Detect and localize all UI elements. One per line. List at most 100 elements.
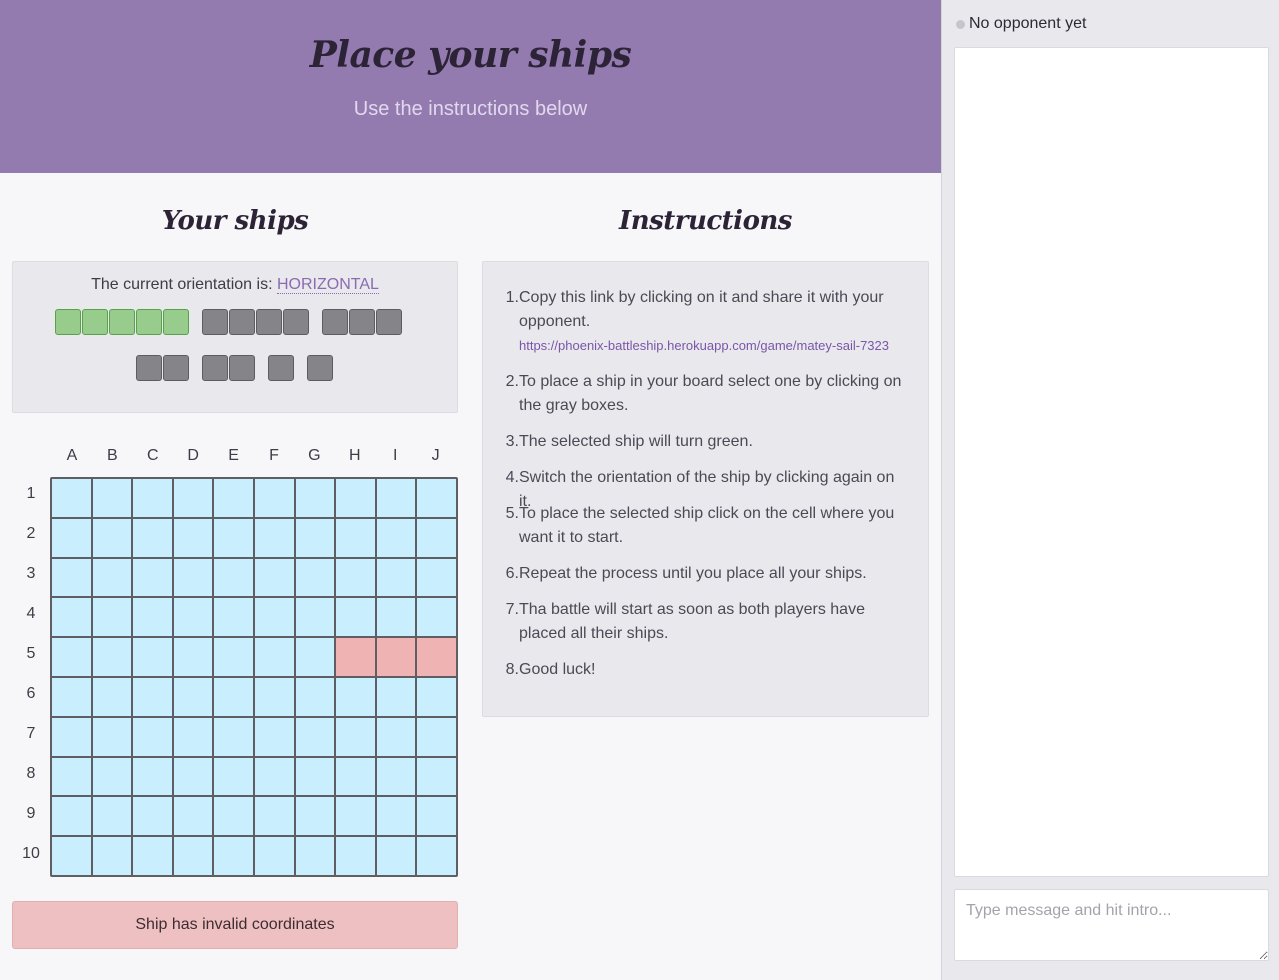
board-cell-d7[interactable] [173,717,213,756]
board-cell-c9[interactable] [133,797,172,836]
board-cell-g7[interactable] [295,717,335,756]
board-cell-b7[interactable] [92,717,132,756]
board-cell-e2[interactable] [214,518,253,557]
board-cell-j6[interactable] [417,677,456,716]
board-cell-a5[interactable] [52,638,91,676]
board-cell-f3[interactable] [254,558,294,597]
board-cell-d10[interactable] [173,837,213,875]
board-cell-h6[interactable] [336,677,375,716]
board-cell-e9[interactable] [214,797,253,836]
ship-5-cells[interactable] [55,309,189,335]
board-cell-c3[interactable] [133,558,172,597]
board-cell-c6[interactable] [133,677,172,716]
board-cell-a4[interactable] [52,598,91,637]
board-cell-j8[interactable] [417,757,456,796]
board-cell-c5[interactable] [133,638,172,676]
board-cell-d6[interactable] [173,677,213,716]
board-cell-d9[interactable] [173,797,213,836]
board-cell-c7[interactable] [133,717,172,756]
board-cell-h1[interactable] [336,479,375,517]
ship-1-cells[interactable] [307,355,333,381]
board-cell-h8[interactable] [336,757,375,796]
board-cell-f2[interactable] [254,518,294,557]
board-cell-g1[interactable] [295,479,335,517]
ship-3-cells[interactable] [322,309,402,335]
board-cell-h3[interactable] [336,558,375,597]
board-cell-i6[interactable] [376,677,416,716]
ship-segment[interactable] [307,355,333,381]
board-cell-f4[interactable] [254,598,294,637]
board-cell-e10[interactable] [214,837,253,875]
board-cell-e3[interactable] [214,558,253,597]
ship-segment[interactable] [82,309,108,335]
board-cell-j10[interactable] [417,837,456,875]
ship-segment[interactable] [229,355,255,381]
board-cell-e7[interactable] [214,717,253,756]
board-cell-g4[interactable] [295,598,335,637]
board-cell-a3[interactable] [52,558,91,597]
board-cell-j4[interactable] [417,598,456,637]
board-cell-f7[interactable] [254,717,294,756]
board-cell-h2[interactable] [336,518,375,557]
board-cell-a9[interactable] [52,797,91,836]
ship-segment[interactable] [283,309,309,335]
board-cell-f6[interactable] [254,677,294,716]
board-cell-h7[interactable] [336,717,375,756]
board-cell-j9[interactable] [417,797,456,836]
ship-segment[interactable] [163,355,189,381]
ship-segment[interactable] [256,309,282,335]
board-cell-h10[interactable] [336,837,375,875]
board-cell-h9[interactable] [336,797,375,836]
board-cell-c10[interactable] [133,837,172,875]
board-cell-c1[interactable] [133,479,172,517]
board-cell-d2[interactable] [173,518,213,557]
board-cell-b9[interactable] [92,797,132,836]
board-cell-e1[interactable] [214,479,253,517]
board-cell-d1[interactable] [173,479,213,517]
ship-segment[interactable] [202,309,228,335]
board-cell-i2[interactable] [376,518,416,557]
board-cell-e5[interactable] [214,638,253,676]
board-cell-a7[interactable] [52,717,91,756]
board-cell-i3[interactable] [376,558,416,597]
board-cell-b10[interactable] [92,837,132,875]
board-cell-g10[interactable] [295,837,335,875]
ship-segment[interactable] [268,355,294,381]
board-cell-d8[interactable] [173,757,213,796]
board-cell-c4[interactable] [133,598,172,637]
board-cell-i9[interactable] [376,797,416,836]
board-cell-e4[interactable] [214,598,253,637]
board-cell-c8[interactable] [133,757,172,796]
board-cell-b2[interactable] [92,518,132,557]
board-cell-a2[interactable] [52,518,91,557]
board-cell-h5[interactable] [336,638,375,676]
board-cell-b6[interactable] [92,677,132,716]
board-cell-j3[interactable] [417,558,456,597]
ship-4-cells[interactable] [202,309,309,335]
board-cell-d4[interactable] [173,598,213,637]
board-cell-f1[interactable] [254,479,294,517]
ship-segment[interactable] [376,309,402,335]
board-cell-a8[interactable] [52,757,91,796]
ship-2-cells[interactable] [136,355,189,381]
ship-segment[interactable] [136,355,162,381]
board-cell-f10[interactable] [254,837,294,875]
board-cell-e6[interactable] [214,677,253,716]
ship-segment[interactable] [136,309,162,335]
ship-segment[interactable] [109,309,135,335]
ship-segment[interactable] [202,355,228,381]
board-cell-f8[interactable] [254,757,294,796]
board-cell-g6[interactable] [295,677,335,716]
board-cell-d3[interactable] [173,558,213,597]
ship-segment[interactable] [349,309,375,335]
board-cell-a1[interactable] [52,479,91,517]
board-cell-b4[interactable] [92,598,132,637]
ship-segment[interactable] [55,309,81,335]
board-cell-e8[interactable] [214,757,253,796]
board-cell-j5[interactable] [417,638,456,676]
board-cell-g8[interactable] [295,757,335,796]
board-cell-i8[interactable] [376,757,416,796]
message-input[interactable] [954,889,1269,961]
ship-segment[interactable] [163,309,189,335]
orientation-value[interactable]: HORIZONTAL [276,276,379,294]
